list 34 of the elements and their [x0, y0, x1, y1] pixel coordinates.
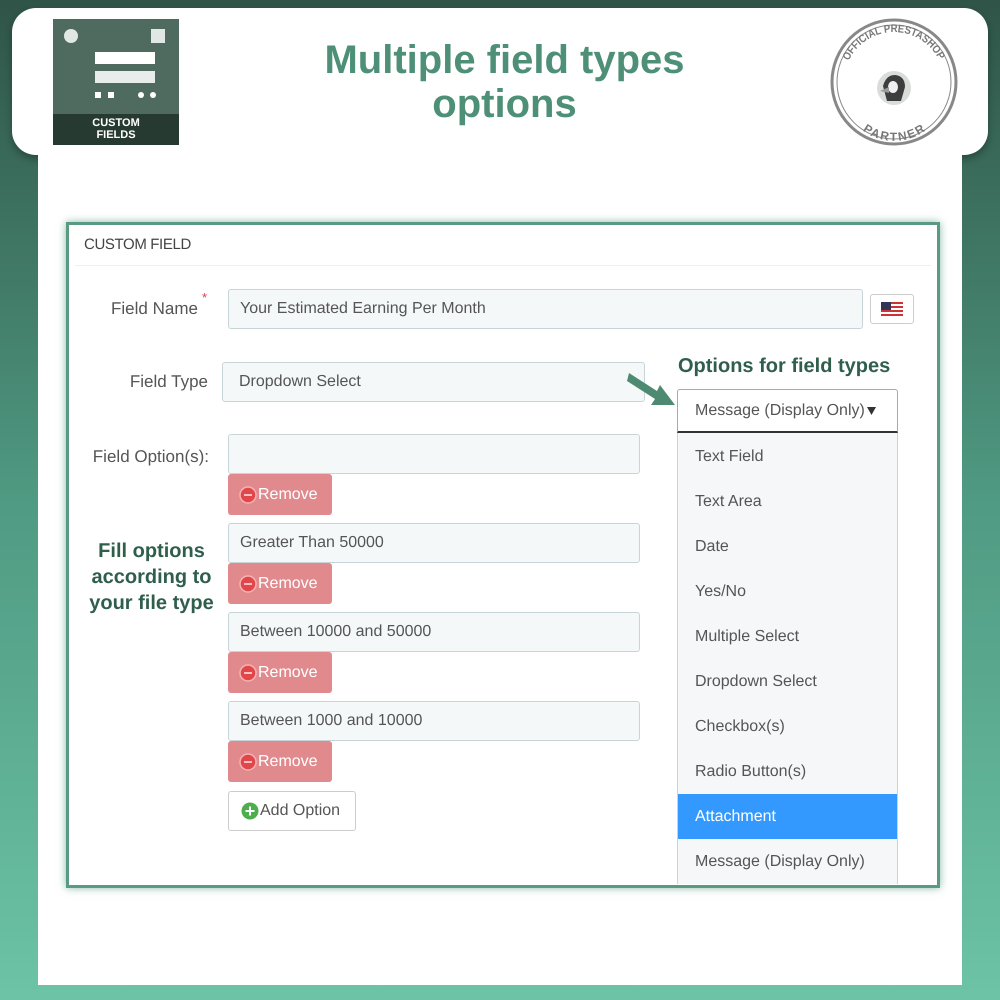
- caret-icon: [866, 406, 876, 414]
- option-input[interactable]: Between 1000 and 10000: [228, 701, 640, 741]
- minus-circle-icon: [239, 486, 257, 504]
- required-mark: *: [202, 289, 207, 308]
- flag-icon: [881, 302, 903, 316]
- dropdown-item[interactable]: Multiple Select: [678, 614, 897, 659]
- dropdown-item[interactable]: Yes/No: [678, 569, 897, 614]
- panel-title: CUSTOM FIELD: [84, 234, 191, 255]
- field-label: Field Name: [111, 298, 198, 320]
- minus-circle-icon: [239, 664, 257, 682]
- field-label: Field Option(s):: [92, 446, 209, 468]
- name-input[interactable]: Your Estimated Earning Per Month: [228, 289, 863, 329]
- field-label: Field Type: [130, 371, 208, 394]
- dropdown-item[interactable]: Message (Display Only): [678, 839, 897, 884]
- dropdown-item[interactable]: Radio Button(s): [678, 749, 897, 794]
- option-input[interactable]: Between 10000 and 50000: [228, 612, 640, 652]
- page-title: Multiple field types options: [323, 38, 686, 126]
- type-dropdown[interactable]: Message (Display Only): [677, 389, 898, 433]
- option-input[interactable]: Greater Than 50000: [228, 523, 640, 563]
- callout-text: Fill options according to your file type: [88, 539, 215, 616]
- dropdown-item[interactable]: Date: [678, 524, 897, 569]
- type-select[interactable]: Dropdown Select: [222, 362, 645, 402]
- logo-caption: CUSTOM FIELDS: [53, 114, 179, 144]
- add-option-button[interactable]: Add Option: [228, 791, 356, 831]
- dropdown-item[interactable]: Text Field: [678, 434, 897, 479]
- callout-text: Options for field types: [678, 354, 890, 379]
- bird-icon: [877, 70, 911, 104]
- dropdown-item[interactable]: Checkbox(s): [678, 704, 897, 749]
- dropdown-item[interactable]: Text Area: [678, 479, 897, 524]
- minus-circle-icon: [239, 574, 257, 592]
- language-button[interactable]: [870, 294, 914, 324]
- minus-circle-icon: [239, 752, 257, 770]
- dropdown-item[interactable]: Dropdown Select: [678, 659, 897, 704]
- plus-circle-icon: [241, 802, 259, 820]
